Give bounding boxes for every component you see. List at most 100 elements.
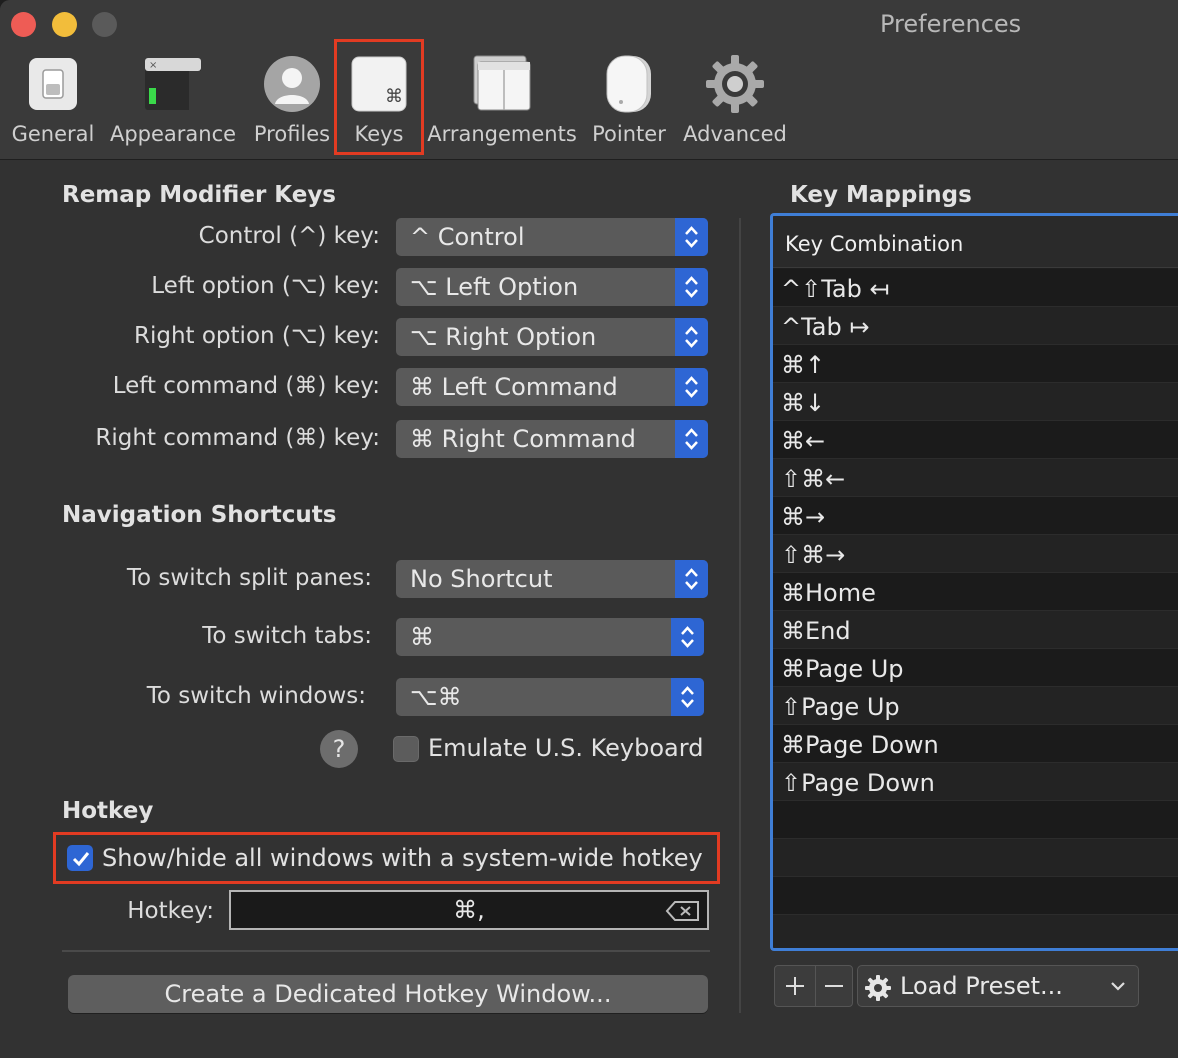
- plus-icon: [786, 977, 804, 995]
- window-stack-icon: [473, 55, 531, 111]
- table-row[interactable]: ⌘↓: [773, 383, 1178, 421]
- switch-panes-label: To switch split panes:: [126, 565, 372, 591]
- tab-advanced[interactable]: Advanced: [680, 50, 790, 155]
- tab-arrangements-label: Arrangements: [427, 122, 577, 146]
- help-button[interactable]: ?: [320, 730, 358, 768]
- remap-section-title: Remap Modifier Keys: [62, 182, 337, 208]
- right-command-key-popup[interactable]: ⌘ Right Command: [396, 420, 708, 458]
- zoom-window-button[interactable]: [92, 12, 117, 37]
- switch-tabs-label: To switch tabs:: [202, 623, 372, 649]
- minimize-window-button[interactable]: [52, 12, 77, 37]
- keys-tab-highlight: [334, 39, 424, 155]
- toolbar: Preferences General × Appearance Profile…: [0, 0, 1178, 160]
- preferences-window: Preferences General × Appearance Profile…: [0, 0, 1178, 1058]
- table-row[interactable]: ⇧Page Down: [773, 763, 1178, 801]
- tab-profiles[interactable]: Profiles: [248, 50, 336, 155]
- tab-appearance[interactable]: × Appearance: [106, 50, 240, 155]
- svg-text:×: ×: [149, 60, 157, 71]
- switch-tabs-value: ⌘: [410, 623, 434, 651]
- right-option-key-popup[interactable]: ⌥ Right Option: [396, 318, 708, 356]
- table-row[interactable]: ⌘Page Down: [773, 725, 1178, 763]
- divider: [62, 950, 710, 952]
- right-option-key-value: ⌥ Right Option: [410, 323, 597, 351]
- table-row[interactable]: ⌘Page Up: [773, 649, 1178, 687]
- control-key-label: Control (^) key:: [198, 223, 380, 249]
- create-hotkey-window-button[interactable]: Create a Dedicated Hotkey Window...: [68, 975, 708, 1013]
- switch-tabs-popup[interactable]: ⌘: [396, 618, 704, 656]
- hotkey-checkbox-highlight: [53, 832, 720, 884]
- left-command-key-label: Left command (⌘) key:: [112, 373, 380, 399]
- table-row-empty: [773, 801, 1178, 839]
- key-mappings-rows: ^⇧Tab ↤ ^Tab ↦ ⌘↑ ⌘↓ ⌘← ⇧⌘← ⌘→ ⇧⌘→ ⌘Home…: [773, 269, 1178, 948]
- chevron-down-icon: [1111, 982, 1125, 991]
- tab-general[interactable]: General: [8, 50, 98, 155]
- table-row[interactable]: ⇧Page Up: [773, 687, 1178, 725]
- table-row[interactable]: ⌘Home: [773, 573, 1178, 611]
- up-down-chevron-icon: [675, 268, 708, 306]
- table-row-empty: [773, 877, 1178, 915]
- key-combination-column-header[interactable]: Key Combination: [773, 216, 1178, 268]
- table-row-empty: [773, 915, 1178, 948]
- up-down-chevron-icon: [675, 420, 708, 458]
- tab-general-label: General: [11, 122, 95, 146]
- window-title: Preferences: [880, 10, 1022, 38]
- table-row[interactable]: ⌘End: [773, 611, 1178, 649]
- table-row[interactable]: ^⇧Tab ↤: [773, 269, 1178, 307]
- table-row[interactable]: ⇧⌘←: [773, 459, 1178, 497]
- panel-divider: [739, 218, 741, 1013]
- right-command-key-value: ⌘ Right Command: [410, 425, 636, 453]
- load-preset-popup[interactable]: Load Preset...: [857, 965, 1139, 1007]
- switch-icon: [29, 58, 77, 110]
- left-command-key-value: ⌘ Left Command: [410, 373, 618, 401]
- gear-icon: [865, 975, 891, 1001]
- key-mappings-title: Key Mappings: [790, 182, 972, 208]
- left-command-key-popup[interactable]: ⌘ Left Command: [396, 368, 708, 406]
- right-option-key-label: Right option (⌥) key:: [133, 323, 380, 349]
- tab-pointer-label: Pointer: [592, 122, 666, 146]
- control-key-value: ^ Control: [410, 223, 525, 251]
- hotkey-field-label: Hotkey:: [127, 898, 214, 924]
- mouse-icon: [606, 55, 651, 113]
- emulate-us-keyboard-label: Emulate U.S. Keyboard: [428, 734, 704, 762]
- add-mapping-button[interactable]: [774, 965, 816, 1007]
- tab-advanced-label: Advanced: [683, 122, 787, 146]
- control-key-popup[interactable]: ^ Control: [396, 218, 708, 256]
- left-option-key-popup[interactable]: ⌥ Left Option: [396, 268, 708, 306]
- remove-mapping-button[interactable]: [815, 965, 853, 1007]
- left-option-key-value: ⌥ Left Option: [410, 273, 579, 301]
- table-row[interactable]: ^Tab ↦: [773, 307, 1178, 345]
- table-row[interactable]: ⌘←: [773, 421, 1178, 459]
- hotkey-section-title: Hotkey: [62, 798, 154, 824]
- up-down-chevron-icon: [675, 560, 708, 598]
- switch-windows-label: To switch windows:: [146, 683, 366, 709]
- tab-pointer[interactable]: Pointer: [586, 50, 672, 155]
- switch-panes-popup[interactable]: No Shortcut: [396, 560, 708, 598]
- up-down-chevron-icon: [675, 218, 708, 256]
- up-down-chevron-icon: [675, 368, 708, 406]
- table-row[interactable]: ⌘↑: [773, 345, 1178, 383]
- table-row[interactable]: ⌘→: [773, 497, 1178, 535]
- key-mappings-table[interactable]: Key Combination ^⇧Tab ↤ ^Tab ↦ ⌘↑ ⌘↓ ⌘← …: [770, 213, 1178, 951]
- tab-profiles-label: Profiles: [253, 122, 331, 146]
- navigation-section-title: Navigation Shortcuts: [62, 502, 337, 528]
- tab-arrangements[interactable]: Arrangements: [426, 50, 578, 155]
- table-row[interactable]: ⇧⌘→: [773, 535, 1178, 573]
- switch-windows-value: ⌥⌘: [410, 683, 462, 711]
- up-down-chevron-icon: [675, 318, 708, 356]
- switch-windows-popup[interactable]: ⌥⌘: [396, 678, 704, 716]
- close-window-button[interactable]: [11, 12, 36, 37]
- switch-panes-value: No Shortcut: [410, 565, 553, 593]
- right-command-key-label: Right command (⌘) key:: [95, 425, 380, 451]
- emulate-us-keyboard-checkbox[interactable]: [393, 736, 419, 762]
- table-row-empty: [773, 839, 1178, 877]
- up-down-chevron-icon: [671, 618, 704, 656]
- minus-icon: [825, 985, 843, 987]
- delete-backward-icon[interactable]: [665, 900, 701, 922]
- up-down-chevron-icon: [671, 678, 704, 716]
- gear-icon: [706, 55, 764, 113]
- person-icon: [264, 56, 320, 112]
- tab-appearance-label: Appearance: [109, 122, 237, 146]
- load-preset-label: Load Preset...: [900, 972, 1063, 1000]
- hotkey-input[interactable]: ⌘,: [229, 890, 709, 930]
- hotkey-value: ⌘,: [453, 896, 485, 924]
